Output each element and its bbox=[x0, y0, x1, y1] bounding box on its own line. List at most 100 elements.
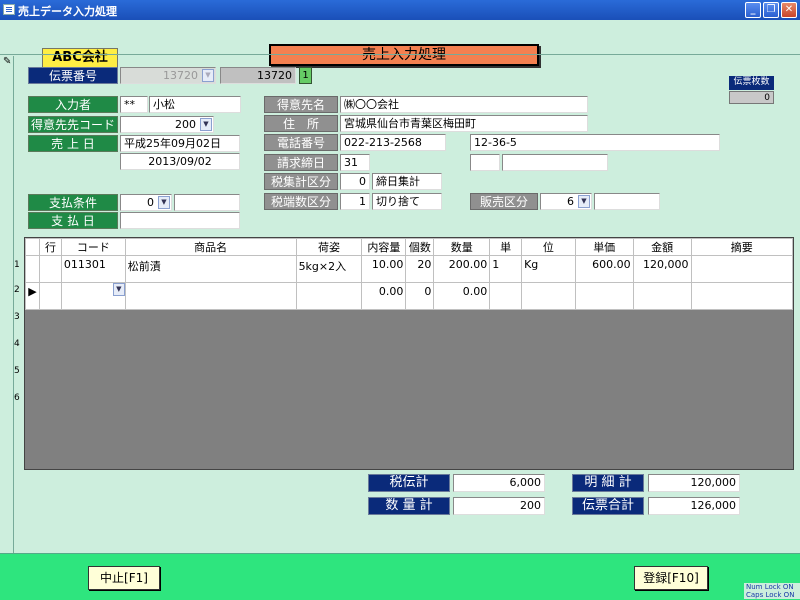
cell-count[interactable]: 20 bbox=[405, 255, 435, 283]
chevron-down-icon[interactable]: ▼ bbox=[200, 118, 212, 131]
slip-no-field[interactable]: 13720 bbox=[220, 67, 296, 84]
entry-person-name-field[interactable]: 小松 bbox=[149, 96, 241, 113]
cell-product-name[interactable] bbox=[124, 282, 297, 310]
extra-name-field[interactable] bbox=[502, 154, 608, 171]
entry-person-label: 入力者 bbox=[28, 96, 118, 113]
column-header[interactable]: 単価 bbox=[574, 238, 634, 256]
payment-terms-label: 支払条件 bbox=[28, 194, 118, 211]
tax-round-code-field[interactable]: 1 bbox=[340, 193, 370, 210]
cell-code[interactable]: 011301 bbox=[60, 255, 126, 283]
sales-date-iso-field[interactable]: 2013/09/02 bbox=[120, 153, 240, 170]
tax-calc-code-field[interactable]: 0 bbox=[340, 173, 370, 190]
cell-note[interactable] bbox=[690, 255, 794, 283]
tax-round-label: 税端数区分 bbox=[264, 193, 338, 210]
slip-total-label: 伝票合計 bbox=[572, 497, 644, 515]
customer-code-combo[interactable]: 200 ▼ bbox=[120, 116, 214, 133]
row-number: 4 bbox=[14, 339, 20, 349]
customer-name-field[interactable]: ㈱〇〇会社 bbox=[340, 96, 588, 113]
column-header[interactable]: 摘要 bbox=[690, 238, 794, 256]
tax-total-label: 税伝計 bbox=[368, 474, 450, 492]
cell-note[interactable] bbox=[690, 282, 794, 310]
row-number: 5 bbox=[14, 366, 20, 376]
address-field[interactable]: 宮城県仙台市青葉区梅田町 bbox=[340, 115, 588, 132]
detail-table: 行 コード 商品名 荷姿 内容量 個数 数量 単 位 単価 金額 摘要 0113… bbox=[25, 238, 794, 310]
phone-field[interactable]: 022-213-2568 bbox=[340, 134, 446, 151]
payment-terms-name-field[interactable] bbox=[174, 194, 240, 211]
detail-total-field[interactable]: 120,000 bbox=[648, 474, 740, 492]
slip-no-combo[interactable]: 13720 ▼ bbox=[120, 67, 216, 84]
closing-day-field[interactable]: 31 bbox=[340, 154, 370, 171]
slip-no-label: 伝票番号 bbox=[28, 67, 118, 84]
cell-unit2[interactable]: Kg bbox=[521, 255, 576, 283]
table-row[interactable]: 011301 松前漬 5kg×2入 10.00 20 200.00 1 Kg 6… bbox=[25, 255, 794, 283]
cell-pack[interactable] bbox=[295, 282, 363, 310]
payment-terms-combo[interactable]: 0 ▼ bbox=[120, 194, 172, 211]
grid-corner bbox=[25, 238, 40, 256]
table-row[interactable]: ▶ ▼ 0.00 0 0.00 bbox=[25, 282, 794, 310]
slip-total-field[interactable]: 126,000 bbox=[648, 497, 740, 515]
cancel-button[interactable]: 中止[F1] bbox=[88, 566, 160, 590]
sales-type-combo[interactable]: 6 ▼ bbox=[540, 193, 592, 210]
chevron-down-icon[interactable]: ▼ bbox=[112, 283, 125, 296]
payment-date-field[interactable] bbox=[120, 212, 240, 229]
cell-unit1[interactable]: 1 bbox=[489, 255, 523, 283]
payment-date-label: 支 払 日 bbox=[28, 212, 118, 229]
address2-field[interactable]: 12-36-5 bbox=[470, 134, 720, 151]
column-header[interactable]: 数量 bbox=[433, 238, 491, 256]
customer-code-label: 得意先先コード bbox=[28, 116, 118, 133]
register-button[interactable]: 登録[F10] bbox=[634, 566, 708, 590]
column-header[interactable]: コード bbox=[60, 238, 126, 256]
cell-count[interactable]: 0 bbox=[405, 282, 435, 310]
row-selector[interactable]: ▶ bbox=[25, 282, 40, 310]
form-body: ABC会社 売上入力処理 ✎ 伝票枚数 0 伝票番号 13720 ▼ 13720… bbox=[0, 20, 800, 556]
cell-price[interactable]: 600.00 bbox=[574, 255, 634, 283]
column-header[interactable]: 金額 bbox=[632, 238, 692, 256]
cell-amount[interactable]: 120,000 bbox=[632, 255, 692, 283]
cell-content[interactable]: 10.00 bbox=[361, 255, 407, 283]
cell-amount[interactable] bbox=[632, 282, 692, 310]
sales-date-label: 売 上 日 bbox=[28, 135, 118, 152]
tax-round-name-field[interactable]: 切り捨て bbox=[372, 193, 442, 210]
caps-lock-status: Caps Lock ON bbox=[746, 591, 795, 599]
tax-total-field[interactable]: 6,000 bbox=[453, 474, 545, 492]
cell-price[interactable] bbox=[574, 282, 634, 310]
column-header[interactable]: 内容量 bbox=[361, 238, 407, 256]
cell-content[interactable]: 0.00 bbox=[361, 282, 407, 310]
cell-line[interactable] bbox=[38, 282, 62, 310]
cell-code-combo[interactable]: ▼ bbox=[60, 282, 126, 310]
chevron-down-icon[interactable]: ▼ bbox=[202, 69, 214, 82]
record-selector-bar bbox=[0, 56, 14, 556]
extra-code-field[interactable] bbox=[470, 154, 500, 171]
company-name: ABC会社 bbox=[42, 48, 118, 68]
cell-product-name[interactable]: 松前漬 bbox=[124, 255, 297, 283]
maximize-button[interactable]: ❐ bbox=[763, 2, 779, 18]
cell-qty[interactable]: 200.00 bbox=[433, 255, 491, 283]
column-header[interactable]: 個数 bbox=[405, 238, 435, 256]
tax-calc-name-field[interactable]: 締日集計 bbox=[372, 173, 442, 190]
column-header[interactable]: 単 bbox=[489, 238, 523, 256]
cell-unit1[interactable] bbox=[489, 282, 523, 310]
sales-date-wareki-field[interactable]: 平成25年09月02日 bbox=[120, 135, 240, 152]
cell-line[interactable] bbox=[38, 255, 62, 283]
entry-person-code-field[interactable]: ** bbox=[120, 96, 148, 113]
divider bbox=[0, 54, 800, 55]
column-header[interactable]: 商品名 bbox=[124, 238, 297, 256]
column-header[interactable]: 行 bbox=[38, 238, 62, 256]
row-selector[interactable] bbox=[25, 255, 40, 283]
minimize-button[interactable]: _ bbox=[745, 2, 761, 18]
app-icon[interactable] bbox=[3, 4, 15, 15]
chevron-down-icon[interactable]: ▼ bbox=[158, 196, 170, 209]
cell-unit2[interactable] bbox=[521, 282, 576, 310]
tax-calc-label: 税集計区分 bbox=[264, 173, 338, 190]
column-header[interactable]: 荷姿 bbox=[295, 238, 363, 256]
detail-grid[interactable]: 行 コード 商品名 荷姿 内容量 個数 数量 単 位 単価 金額 摘要 0113… bbox=[24, 237, 794, 470]
qty-total-field[interactable]: 200 bbox=[453, 497, 545, 515]
cell-pack[interactable]: 5kg×2入 bbox=[295, 255, 363, 283]
chevron-down-icon[interactable]: ▼ bbox=[578, 195, 590, 208]
sales-type-name-field[interactable] bbox=[594, 193, 660, 210]
cell-qty[interactable]: 0.00 bbox=[433, 282, 491, 310]
column-header[interactable]: 位 bbox=[521, 238, 576, 256]
close-button[interactable]: ✕ bbox=[781, 2, 797, 18]
slip-no-button[interactable]: 1 bbox=[299, 67, 312, 84]
detail-total-label: 明 細 計 bbox=[572, 474, 644, 492]
